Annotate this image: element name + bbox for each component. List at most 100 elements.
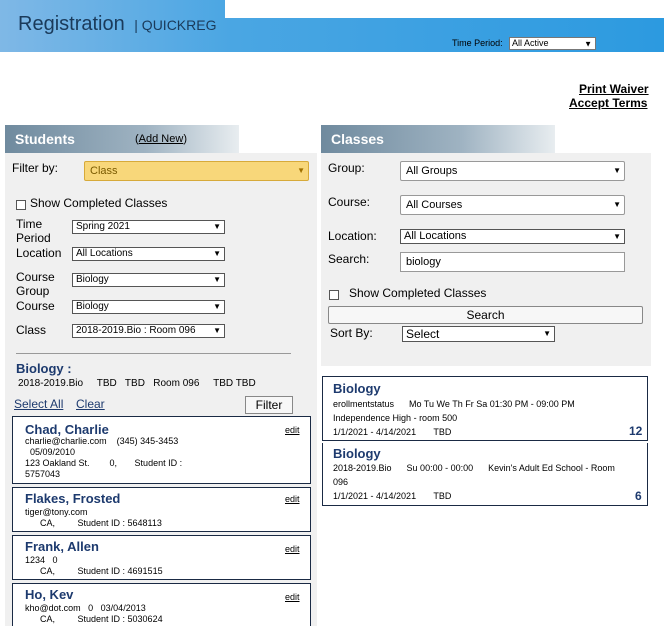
clear-link[interactable]: Clear — [76, 397, 105, 411]
show-completed-checkbox[interactable] — [16, 196, 26, 214]
checkbox-box[interactable] — [16, 199, 26, 210]
divider — [16, 353, 291, 354]
location-filter-value: All Locations — [76, 248, 133, 259]
course-group-filter-select[interactable]: Biology ▼ — [72, 273, 225, 287]
edit-link[interactable]: edit — [285, 425, 300, 435]
search-input-value: biology — [406, 256, 441, 268]
select-all-link[interactable]: Select All — [14, 397, 63, 411]
location-select[interactable]: All Locations ▼ — [400, 229, 625, 244]
course-group-filter-value: Biology — [76, 274, 109, 285]
header-top-strip — [225, 0, 664, 18]
student-contact: 1234 0 — [25, 555, 58, 565]
accept-terms-link[interactable]: Accept Terms — [569, 96, 647, 110]
class-location: Independence High - room 500 — [333, 413, 458, 423]
chevron-down-icon: ▼ — [213, 275, 221, 284]
student-name[interactable]: Chad, Charlie — [25, 422, 109, 437]
chevron-down-icon: ▼ — [213, 302, 221, 311]
student-contact: tiger@tony.com — [25, 507, 88, 517]
edit-link[interactable]: edit — [285, 592, 300, 602]
class-card[interactable]: Biology 2018-2019.Bio Su 00:00 - 00:00 K… — [322, 443, 648, 506]
class-schedule: 2018-2019.Bio Su 00:00 - 00:00 Kevin's A… — [333, 463, 615, 473]
sort-by-value: Select — [406, 327, 440, 341]
students-panel-header: Students — [5, 125, 239, 153]
class-title[interactable]: Biology — [333, 381, 381, 396]
group-select[interactable]: All Groups ▼ — [400, 161, 625, 181]
filter-by-select[interactable]: Class ▼ — [84, 161, 309, 181]
student-contact: kho@dot.com 0 03/04/2013 — [25, 603, 146, 613]
student-id: CA, Student ID : 5030624 — [25, 614, 163, 624]
classes-panel-header: Classes — [321, 125, 555, 153]
student-id: CA, Student ID : 4691515 — [25, 566, 163, 576]
student-id: 5757043 — [25, 469, 61, 479]
edit-link[interactable]: edit — [285, 494, 300, 504]
show-completed-classes-checkbox[interactable] — [329, 286, 339, 304]
search-button[interactable]: Search — [328, 306, 643, 324]
time-period-label: Time Period: — [452, 38, 503, 48]
class-title[interactable]: Biology — [333, 446, 381, 461]
student-card[interactable]: Chad, Charlie edit charlie@charlie.com (… — [12, 416, 311, 484]
chevron-down-icon: ▼ — [213, 249, 221, 258]
student-contact: charlie@charlie.com (345) 345-3453 — [25, 436, 179, 446]
time-period-filter-value: Spring 2021 — [76, 221, 130, 232]
class-schedule: erollmentstatus Mo Tu We Th Fr Sa 01:30 … — [333, 399, 575, 409]
course-group-filter-label: Course Group — [16, 270, 55, 298]
course-filter-select[interactable]: Biology ▼ — [72, 300, 225, 314]
chevron-down-icon: ▼ — [543, 329, 551, 338]
student-id: CA, Student ID : 5648113 — [25, 518, 162, 528]
class-filter-select[interactable]: 2018-2019.Bio : Room 096 ▼ — [72, 324, 225, 338]
class-card[interactable]: Biology erollmentstatus Mo Tu We Th Fr S… — [322, 376, 648, 441]
student-card[interactable]: Ho, Kev edit kho@dot.com 0 03/04/2013 CA… — [12, 583, 311, 626]
print-waiver-link[interactable]: Print Waiver — [579, 82, 649, 96]
group-label: Group: — [328, 161, 365, 175]
course-filter-label: Course — [16, 299, 55, 313]
student-name[interactable]: Ho, Kev — [25, 587, 73, 602]
students-title: Students — [15, 131, 75, 147]
class-enrollment-count: 6 — [635, 489, 642, 503]
class-dates: 1/1/2021 - 4/14/2021 TBD — [333, 491, 452, 501]
sort-by-label: Sort By: — [330, 326, 373, 340]
student-address: 123 Oakland St. 0, Student ID : — [25, 458, 183, 468]
student-card[interactable]: Frank, Allen edit 1234 0 CA, Student ID … — [12, 535, 311, 580]
course-label: Course: — [328, 195, 371, 209]
chevron-down-icon: ▼ — [297, 166, 305, 175]
time-period-filter-select[interactable]: Spring 2021 ▼ — [72, 220, 225, 234]
sort-by-select[interactable]: Select ▼ — [402, 326, 555, 342]
filter-by-label: Filter by: — [12, 161, 59, 175]
show-completed-classes-label: Show Completed Classes — [349, 286, 487, 300]
edit-link[interactable]: edit — [285, 544, 300, 554]
selected-class-detail: 2018-2019.Bio TBD TBD Room 096 TBD TBD — [18, 378, 256, 389]
chevron-down-icon: ▼ — [613, 231, 621, 241]
chevron-down-icon: ▼ — [213, 222, 221, 231]
time-period-select[interactable]: All Active ▼ — [509, 37, 596, 50]
chevron-down-icon: ▼ — [613, 166, 621, 175]
course-filter-value: Biology — [76, 301, 109, 312]
location-filter-select[interactable]: All Locations ▼ — [72, 247, 225, 261]
search-input[interactable]: biology — [400, 252, 625, 272]
course-select[interactable]: All Courses ▼ — [400, 195, 625, 215]
add-new-link[interactable]: Add New — [139, 133, 184, 145]
class-filter-label: Class — [16, 323, 47, 337]
show-completed-label: Show Completed Classes — [30, 196, 168, 210]
student-name[interactable]: Flakes, Frosted — [25, 491, 120, 506]
student-card[interactable]: Flakes, Frosted edit tiger@tony.com CA, … — [12, 487, 311, 532]
filter-button[interactable]: Filter — [245, 396, 293, 414]
selected-class-title: Biology : — [16, 361, 72, 376]
page-title-text: Registration — [18, 13, 125, 35]
class-room: 096 — [333, 477, 349, 487]
time-period-value: All Active — [512, 38, 549, 48]
class-dates: 1/1/2021 - 4/14/2021 TBD — [333, 427, 452, 437]
classes-title: Classes — [331, 131, 384, 147]
location-filter-label: Location — [16, 246, 62, 260]
page-subtitle: | QUICKREG — [134, 17, 217, 33]
student-name[interactable]: Frank, Allen — [25, 539, 99, 554]
add-new-wrapper: (Add New) — [135, 133, 187, 145]
class-filter-value: 2018-2019.Bio : Room 096 — [76, 325, 196, 336]
time-period-filter-label: Time Period — [16, 217, 51, 245]
search-label: Search: — [328, 252, 370, 266]
page-title: Registration | QUICKREG — [18, 13, 216, 36]
course-value: All Courses — [406, 199, 463, 211]
student-birthdate: 05/09/2010 — [25, 447, 76, 457]
checkbox-box[interactable] — [329, 289, 339, 300]
class-enrollment-count: 12 — [629, 424, 643, 438]
group-value: All Groups — [406, 165, 458, 177]
